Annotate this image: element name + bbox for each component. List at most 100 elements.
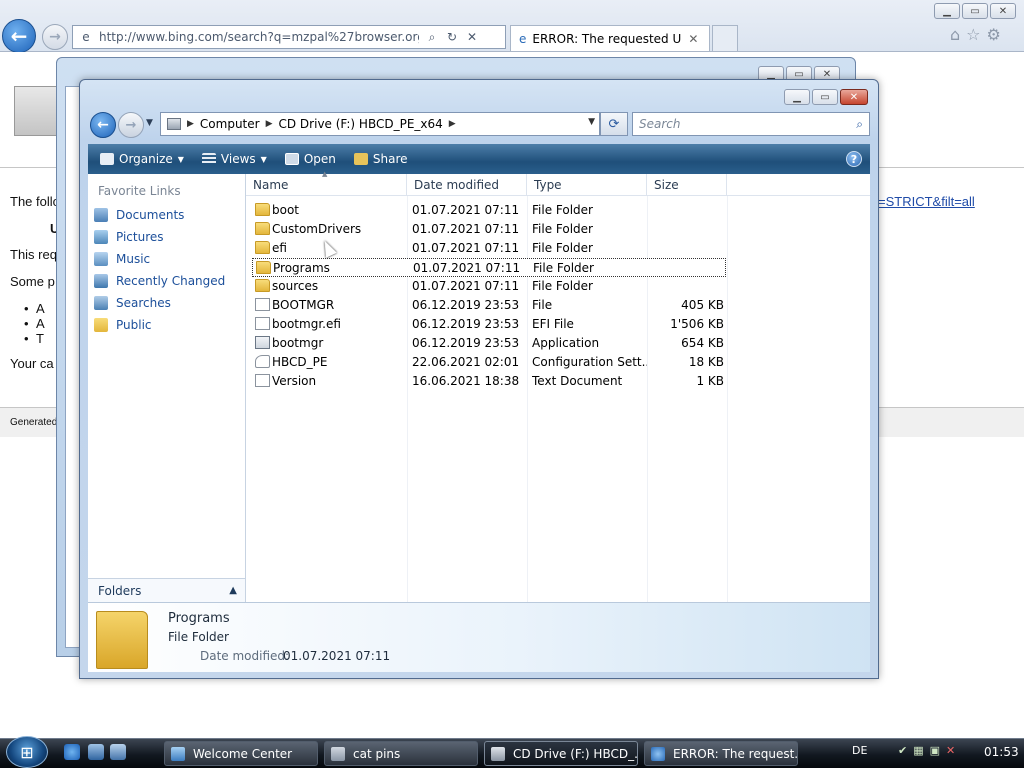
address-bar[interactable]: ▶ Computer ▶ CD Drive (F:) HBCD_PE_x64 ▶… xyxy=(160,112,600,136)
help-icon[interactable]: ? xyxy=(846,151,862,167)
browser-forward-button[interactable]: → xyxy=(42,24,68,50)
public-folder-icon xyxy=(94,318,108,332)
file-row[interactable]: sources 01.07.2021 07:11 File Folder xyxy=(252,277,726,296)
favorite-links-heading: Favorite Links xyxy=(98,184,181,198)
file-size xyxy=(652,277,724,296)
address-dropdown-icon[interactable]: ▼ xyxy=(588,117,595,127)
maximize-button[interactable]: ▭ xyxy=(812,89,838,105)
share-button[interactable]: Share xyxy=(350,149,412,169)
page-footer-text: Generated xyxy=(10,417,58,428)
home-icon[interactable]: ⌂ xyxy=(950,25,960,44)
views-icon xyxy=(201,153,216,165)
show-desktop-icon[interactable] xyxy=(88,744,104,760)
file-type: Configuration Sett... xyxy=(532,355,647,369)
folder-icon xyxy=(255,203,270,216)
open-button[interactable]: Open xyxy=(281,149,340,169)
favorite-documents[interactable]: Documents xyxy=(94,208,184,222)
tab-close-icon[interactable]: ✕ xyxy=(688,32,698,46)
task-cat-pins[interactable]: cat pins xyxy=(324,741,478,766)
refresh-button[interactable]: ⟳ xyxy=(600,112,628,136)
minimize-button[interactable]: ▁ xyxy=(784,89,810,105)
page-link[interactable]: =STRICT&filt=all xyxy=(878,194,975,209)
file-name: sources xyxy=(272,279,319,293)
gear-icon[interactable]: ⚙ xyxy=(987,25,1001,44)
favorite-public[interactable]: Public xyxy=(94,318,152,332)
browser-address-bar[interactable]: e http://www.bing.com/search?q=mzpal%27b… xyxy=(72,25,506,49)
recent-pages-dropdown[interactable]: ▼ xyxy=(146,118,153,128)
file-row[interactable]: boot 01.07.2021 07:11 File Folder xyxy=(252,201,726,220)
browser-address-text[interactable]: http://www.bing.com/search?q=mzpal%27bro… xyxy=(99,30,419,44)
task-cd-drive[interactable]: CD Drive (F:) HBCD_... xyxy=(484,741,638,766)
folders-toggle[interactable]: Folders ▲ xyxy=(88,578,246,602)
minimize-button[interactable]: ▁ xyxy=(934,3,960,19)
breadcrumb-drive[interactable]: CD Drive (F:) HBCD_PE_x64 xyxy=(279,117,443,131)
file-name: BOOTMGR xyxy=(272,298,335,312)
task-welcome-center[interactable]: Welcome Center xyxy=(164,741,318,766)
search-icon[interactable]: ⌕ xyxy=(425,30,439,45)
file-type: File Folder xyxy=(532,222,593,236)
file-row[interactable]: Version 16.06.2021 18:38 Text Document 1 KB xyxy=(252,372,726,391)
file-date: 01.07.2021 07:11 xyxy=(413,261,521,275)
file-row[interactable]: bootmgr 06.12.2019 23:53 Application 654 KB xyxy=(252,334,726,353)
file-date: 16.06.2021 18:38 xyxy=(412,374,520,388)
column-header-size[interactable]: Size xyxy=(647,174,727,196)
file-name: CustomDrivers xyxy=(272,222,362,236)
back-button[interactable]: ← xyxy=(90,112,116,138)
system-tray: ✔ ▦ ▣ ✕ xyxy=(898,744,955,757)
switch-windows-icon[interactable] xyxy=(110,744,126,760)
favorites-star-icon[interactable]: ☆ xyxy=(966,25,980,44)
views-button[interactable]: Views ▼ xyxy=(198,149,271,169)
breadcrumb-separator[interactable]: ▶ xyxy=(187,119,194,129)
column-header-date[interactable]: Date modified xyxy=(407,174,527,196)
file-row[interactable]: Programs 01.07.2021 07:11 File Folder xyxy=(252,258,726,277)
search-input[interactable]: Search ⌕ xyxy=(632,112,870,136)
page-bullet-dots: • • • xyxy=(24,301,29,346)
navigation-pane: Favorite Links Documents Pictures Music … xyxy=(88,174,246,602)
forward-button[interactable]: → xyxy=(118,112,144,138)
file-row[interactable]: bootmgr.efi 06.12.2019 23:53 EFI File 1'506… xyxy=(252,315,726,334)
file-row[interactable]: CustomDrivers 01.07.2021 07:11 File Folder xyxy=(252,220,726,239)
language-indicator[interactable]: DE xyxy=(852,744,867,757)
dropdown-arrow-icon: ▼ xyxy=(177,154,184,164)
breadcrumb-separator[interactable]: ▶ xyxy=(266,119,273,129)
favorite-music[interactable]: Music xyxy=(94,252,150,266)
stop-icon[interactable]: ✕ xyxy=(465,30,479,44)
task-label: ERROR: The request... xyxy=(673,746,798,761)
file-row[interactable]: BOOTMGR 06.12.2019 23:53 File 405 KB xyxy=(252,296,726,315)
folders-label: Folders xyxy=(98,583,142,598)
breadcrumb-separator[interactable]: ▶ xyxy=(449,119,456,129)
refresh-icon[interactable]: ↻ xyxy=(445,30,459,44)
volume-muted-icon[interactable]: ✕ xyxy=(946,744,955,757)
clock[interactable]: 01:53 xyxy=(984,745,1019,759)
network-icon[interactable]: ▦ xyxy=(913,744,923,757)
close-button[interactable]: ✕ xyxy=(840,89,868,105)
share-label: Share xyxy=(372,152,408,166)
close-button[interactable]: ✕ xyxy=(990,3,1016,19)
file-date: 06.12.2019 23:53 xyxy=(412,298,520,312)
file-size: 1 KB xyxy=(696,374,724,388)
search-icon[interactable]: ⌕ xyxy=(856,117,863,132)
organize-button[interactable]: Organize ▼ xyxy=(96,149,188,169)
maximize-button[interactable]: ▭ xyxy=(962,3,988,19)
sort-indicator-icon: ▲ xyxy=(322,170,328,178)
file-row[interactable]: HBCD_PE 22.06.2021 02:01 Configuration Set… xyxy=(252,353,726,372)
breadcrumb-computer[interactable]: Computer xyxy=(200,117,260,131)
favorite-searches[interactable]: Searches xyxy=(94,296,171,310)
favorite-pictures[interactable]: Pictures xyxy=(94,230,164,244)
security-icon[interactable]: ✔ xyxy=(898,744,907,757)
browser-tab[interactable]: e ERROR: The requested URL ... ✕ xyxy=(510,25,710,51)
task-ie-error[interactable]: ERROR: The request... xyxy=(644,741,798,766)
documents-icon xyxy=(94,208,108,222)
new-tab-button[interactable] xyxy=(712,25,738,51)
favorite-label: Music xyxy=(116,252,151,266)
command-bar: Organize ▼ Views ▼ Open Share ? xyxy=(88,144,870,174)
display-icon[interactable]: ▣ xyxy=(930,744,940,757)
squid-logo-icon xyxy=(14,86,62,136)
file-size: 18 KB xyxy=(688,355,724,369)
favorite-label: Public xyxy=(116,318,152,332)
column-header-type[interactable]: Type xyxy=(527,174,647,196)
favorite-recently-changed[interactable]: Recently Changed xyxy=(94,274,225,288)
browser-back-button[interactable]: ← xyxy=(2,19,36,53)
start-button[interactable]: ⊞ xyxy=(6,736,48,768)
ie-quicklaunch-icon[interactable] xyxy=(64,744,80,760)
